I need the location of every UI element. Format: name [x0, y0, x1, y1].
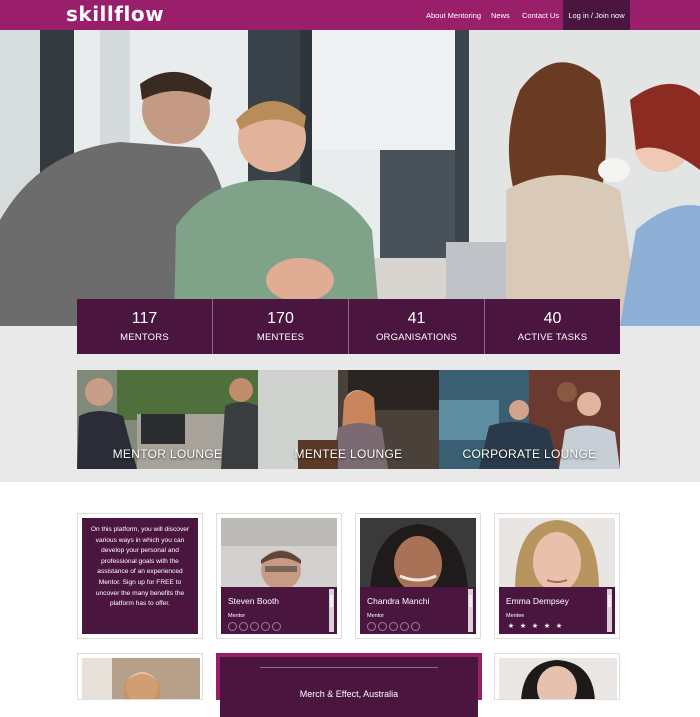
lounge-tiles: MENTOR LOUNGE MENTEE LOUNGE CORPORATE LO… [77, 370, 620, 469]
person-photo [499, 518, 615, 590]
star-icon: ★ [543, 623, 551, 630]
featured-organisation-card[interactable]: Merch & Effect, Australia [216, 653, 482, 717]
stat-mentors[interactable]: 117 MENTORS [77, 299, 213, 354]
card-scrollbar[interactable] [468, 589, 473, 632]
person-card[interactable]: Emma Dempsey Mentee ★ ★ ★ ★ ★ [494, 513, 620, 639]
star-icon: ★ [531, 623, 539, 630]
card-scrollbar[interactable] [329, 589, 334, 632]
nav-contact-us[interactable]: Contact Us [522, 0, 559, 30]
hero-meeting-illustration [0, 30, 700, 326]
stat-label: MENTEES [256, 332, 305, 343]
person-name: Chandra Manchi [367, 596, 430, 606]
rating-stars: ★ ★ ★ ★ ★ [506, 622, 564, 630]
intro-card: On this platform, you will discover vari… [77, 513, 203, 639]
person-info: Steven Booth Mentor [221, 587, 337, 634]
person-card[interactable]: Steven Booth Mentor [216, 513, 342, 639]
login-join-button[interactable]: Log in / Join now [563, 0, 630, 30]
person-card-partial[interactable] [77, 653, 203, 700]
person-role: Mentee [506, 613, 525, 619]
rating-ring-icon [261, 622, 270, 631]
stat-value: 170 [267, 310, 294, 327]
star-icon: ★ [519, 623, 527, 630]
stats-bar: 117 MENTORS 170 MENTEES 41 ORGANISATIONS… [77, 299, 620, 354]
rating-ring-icon [389, 622, 398, 631]
star-icon: ★ [555, 623, 563, 630]
skillflow-logo[interactable]: skillflow [66, 2, 164, 26]
stat-mentees[interactable]: 170 MENTEES [213, 299, 349, 354]
featured-inner: Merch & Effect, Australia [220, 657, 478, 717]
star-icon: ★ [507, 623, 515, 630]
rating-ring-icon [411, 622, 420, 631]
person-info: Chandra Manchi Mentor [360, 587, 476, 634]
rating-rings [228, 622, 281, 631]
divider [260, 667, 438, 668]
person-card[interactable]: Chandra Manchi Mentor [355, 513, 481, 639]
person-info: Emma Dempsey Mentee ★ ★ ★ ★ ★ [499, 587, 615, 634]
nav-news[interactable]: News [491, 0, 510, 30]
rating-ring-icon [400, 622, 409, 631]
person-card-partial[interactable] [494, 653, 620, 700]
person-role: Mentor [228, 613, 246, 619]
person-role: Mentor [367, 613, 385, 619]
corporate-lounge-tile[interactable]: CORPORATE LOUNGE [439, 370, 620, 469]
featured-title: Merch & Effect, Australia [299, 689, 399, 699]
rating-rings [367, 622, 420, 631]
rating-ring-icon [378, 622, 387, 631]
mentor-lounge-tile[interactable]: MENTOR LOUNGE [77, 370, 258, 469]
person-photo [221, 518, 337, 590]
rating-ring-icon [250, 622, 259, 631]
rating-ring-icon [239, 622, 248, 631]
stat-label: ORGANISATIONS [375, 332, 458, 343]
intro-text: On this platform, you will discover vari… [82, 518, 198, 634]
person-photo [360, 518, 476, 590]
mentee-lounge-tile[interactable]: MENTEE LOUNGE [258, 370, 439, 469]
rating-ring-icon [367, 622, 376, 631]
stat-value: 41 [407, 310, 426, 327]
stat-label: MENTORS [120, 332, 169, 343]
lounge-label: MENTOR LOUNGE [112, 447, 223, 461]
hero-image [0, 30, 700, 326]
card-scrollbar[interactable] [607, 589, 612, 632]
person-name: Emma Dempsey [506, 596, 569, 606]
stat-label: ACTIVE TASKS [517, 332, 588, 343]
rating-ring-icon [272, 622, 281, 631]
stat-value: 40 [543, 310, 562, 327]
stat-value: 117 [131, 310, 158, 327]
person-name: Steven Booth [228, 596, 280, 606]
lounge-label: MENTEE LOUNGE [294, 447, 403, 461]
nav-about-mentoring[interactable]: About Mentoring [426, 0, 481, 30]
lounge-label: CORPORATE LOUNGE [462, 447, 597, 461]
rating-ring-icon [228, 622, 237, 631]
site-header: skillflow About Mentoring News Contact U… [0, 0, 700, 30]
stat-active-tasks[interactable]: 40 ACTIVE TASKS [485, 299, 620, 354]
stat-organisations[interactable]: 41 ORGANISATIONS [349, 299, 485, 354]
